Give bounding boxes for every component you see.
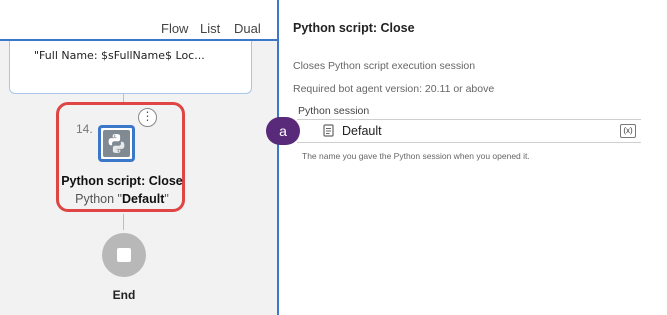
tab-flow[interactable]: Flow: [161, 21, 188, 36]
connector-line: [123, 94, 124, 102]
annotation-badge: a: [266, 117, 300, 145]
python-session-label: Python session: [298, 105, 370, 117]
action-description: Closes Python script execution session: [293, 60, 476, 72]
required-version: Required bot agent version: 20.11 or abo…: [293, 83, 495, 95]
end-label: End: [112, 288, 136, 302]
tab-list[interactable]: List: [200, 21, 220, 36]
more-options-icon[interactable]: ⋮: [138, 108, 157, 127]
connector-line: [123, 214, 124, 230]
previous-node-card[interactable]: "Full Name: $sFullName$ Loc...: [9, 41, 252, 94]
node-title: Python script: Close: [61, 174, 183, 188]
python-session-value: Default: [342, 124, 382, 138]
node-session-name: Default: [122, 192, 165, 206]
python-icon: [103, 130, 130, 157]
previous-node-text: "Full Name: $sFullName$ Loc...: [34, 49, 205, 62]
end-node[interactable]: [102, 233, 146, 277]
properties-panel: Python script: Close Closes Python scrip…: [281, 0, 667, 315]
session-variable-icon: [323, 124, 336, 138]
node-subtitle: Python "Default": [75, 192, 169, 206]
stop-icon: [117, 248, 131, 262]
node-index: 14.: [76, 122, 93, 136]
properties-title: Python script: Close: [293, 21, 415, 35]
node-icon-frame[interactable]: [98, 125, 135, 162]
python-session-field[interactable]: Default (x): [297, 119, 641, 143]
python-session-hint: The name you gave the Python session whe…: [302, 151, 530, 161]
tab-dual[interactable]: Dual: [234, 21, 261, 36]
view-tabs: Flow List Dual: [0, 0, 277, 41]
insert-variable-button[interactable]: (x): [620, 124, 636, 138]
flow-panel: Flow List Dual "Full Name: $sFullName$ L…: [0, 0, 279, 315]
